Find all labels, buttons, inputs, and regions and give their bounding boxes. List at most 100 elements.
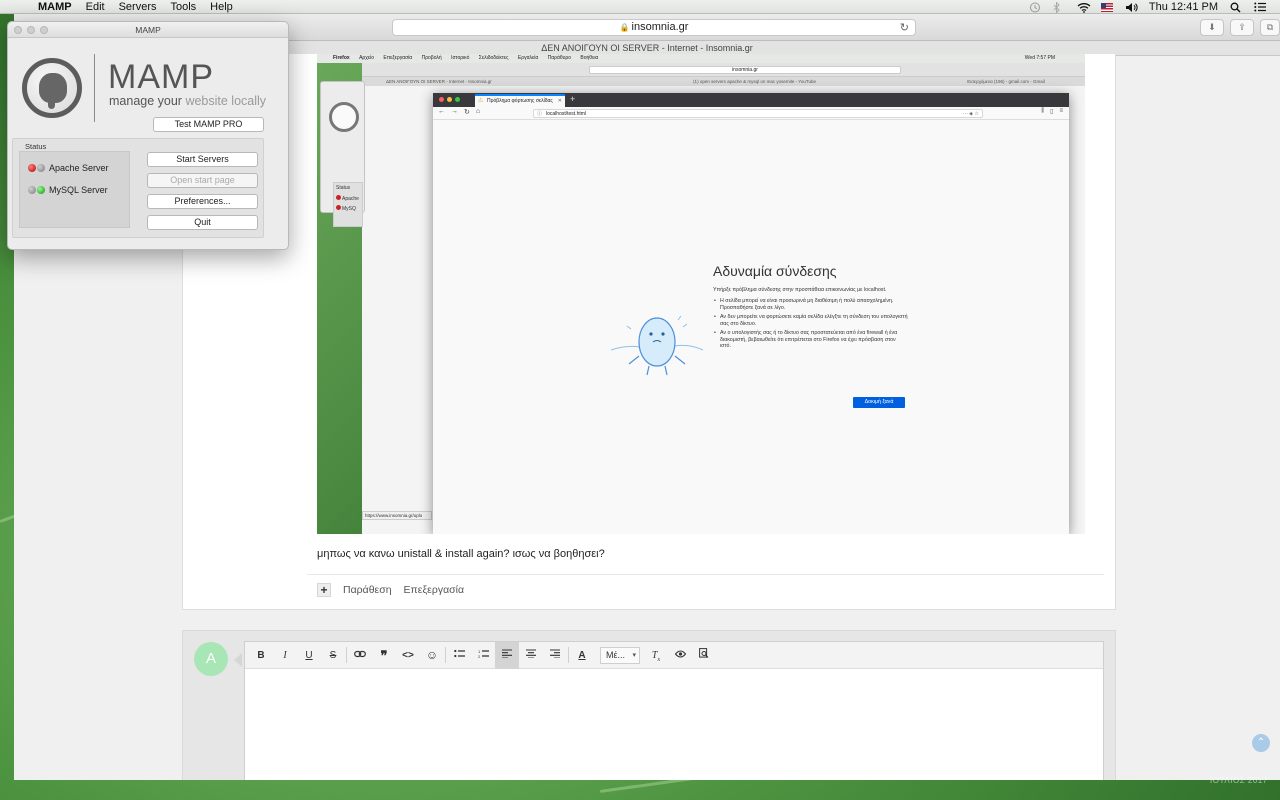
text-color-icon[interactable]: A xyxy=(570,642,594,669)
apache-server-label: Apache Server xyxy=(49,163,109,173)
forum-post: Firefox Αρχείο Επεξεργασία Προβολή Ιστορ… xyxy=(182,54,1116,610)
screenshot-bg-tab: (1) open servers apache & mysql on mac y… xyxy=(693,79,816,84)
firefox-nav-icons: ← → ↻ ⌂ xyxy=(438,108,480,116)
quit-button[interactable]: Quit xyxy=(147,215,258,230)
avatar[interactable]: A xyxy=(194,642,228,676)
screenshot-mamp-window: Status Apache MySQ xyxy=(320,81,365,227)
screenshot-menu-item: Σελιδοδείκτες xyxy=(478,55,509,61)
server-status-list: Apache Server MySQL Server xyxy=(19,151,130,228)
toolbar-divider xyxy=(445,647,446,663)
screenshot-menu-item: Ιστορικό xyxy=(451,55,470,61)
screenshot-menu-item: Προβολή xyxy=(421,55,442,61)
retry-button: Δοκιμή ξανά xyxy=(853,397,905,408)
quote-icon[interactable]: ❞ xyxy=(372,642,396,669)
numbered-list-icon[interactable]: 12 xyxy=(471,642,495,669)
downloads-button[interactable]: ⬇ xyxy=(1200,19,1224,36)
error-bullet: Αν δεν μπορείτε να φορτώσετε καμία σελίδ… xyxy=(713,314,908,327)
mamp-window-title: MAMP xyxy=(135,25,161,35)
apache-red-led-icon xyxy=(28,164,36,172)
firefox-traffic-lights xyxy=(439,97,460,102)
logo-divider xyxy=(94,54,95,122)
menubar-clock[interactable]: Thu 12:41 PM xyxy=(1149,1,1218,13)
notification-center-icon[interactable] xyxy=(1254,2,1266,12)
page-actions-icon: ··· ◈ ☆ xyxy=(962,111,979,117)
tabs-overview-button[interactable]: ⧉ xyxy=(1260,19,1280,36)
add-reaction-button[interactable]: + xyxy=(317,582,331,597)
svg-text:2: 2 xyxy=(478,654,481,658)
align-left-icon[interactable] xyxy=(495,641,519,669)
edit-link[interactable]: Επεξεργασία xyxy=(404,584,465,596)
menu-help[interactable]: Help xyxy=(210,1,233,13)
align-center-icon[interactable] xyxy=(519,642,543,669)
wifi-icon[interactable] xyxy=(1077,2,1091,13)
wallpaper-caption: ΙΟΥΛΙΟΣ 2017 xyxy=(1210,776,1268,785)
connection-error-illustration xyxy=(610,315,704,376)
reload-icon: ↻ xyxy=(464,109,470,116)
emoji-icon[interactable]: ☺ xyxy=(420,642,444,669)
rich-text-editor[interactable]: B I U S ❞ <> ☺ 12 A Mέ... ▾ Tx xyxy=(244,641,1104,780)
menu-app-mamp[interactable]: MAMP xyxy=(38,1,72,13)
mamp-titlebar[interactable]: MAMP xyxy=(8,22,288,38)
screenshot-menu-item: Εργαλεία xyxy=(517,55,539,61)
link-icon[interactable] xyxy=(348,642,372,669)
firefox-tab: ⚠ Πρόβλημα φόρτωσης σελίδας ✕ xyxy=(475,94,565,107)
mamp-elephant-logo-icon xyxy=(22,58,82,118)
screenshot-menu-item: Αρχείο xyxy=(359,55,374,61)
full-preview-icon[interactable] xyxy=(692,642,716,669)
mysql-green-led-icon xyxy=(37,186,45,194)
post-attached-screenshot[interactable]: Firefox Αρχείο Επεξεργασία Προβολή Ιστορ… xyxy=(317,54,1085,534)
volume-icon[interactable] xyxy=(1125,2,1138,12)
firefox-toolbar-icons: ⫼ ▯ ≡ xyxy=(1041,108,1063,115)
strikethrough-button[interactable]: S xyxy=(321,642,345,669)
screenshot-mamp-logo-icon xyxy=(329,102,359,132)
preferences-button[interactable]: Preferences... xyxy=(147,194,258,209)
font-size-select[interactable]: Mέ... xyxy=(600,646,640,664)
scroll-to-top-button[interactable]: ⌃ xyxy=(1252,734,1270,752)
bold-button[interactable]: B xyxy=(249,642,273,669)
time-machine-icon[interactable] xyxy=(1029,2,1041,13)
firefox-navbar: ← → ↻ ⌂ ⓘ localhost/test.html ··· ◈ ☆ ⫼ xyxy=(433,107,1069,120)
screenshot-menu-item: Firefox xyxy=(333,55,350,61)
screenshot-bg-url: insomnia.gr xyxy=(589,66,901,74)
post-actions: + Παράθεση Επεξεργασία xyxy=(317,582,464,597)
underline-button[interactable]: U xyxy=(297,642,321,669)
open-start-page-button[interactable]: Open start page xyxy=(147,173,258,188)
quote-link[interactable]: Παράθεση xyxy=(343,584,392,596)
close-tab-icon: ✕ xyxy=(557,98,562,104)
mamp-window: MAMP MAMP manage your website locally Te… xyxy=(7,21,289,250)
test-mamp-pro-button[interactable]: Test MAMP PRO xyxy=(153,117,264,132)
bulleted-list-icon[interactable] xyxy=(447,642,471,669)
toolbar-divider xyxy=(568,647,569,663)
share-button[interactable]: ⇪ xyxy=(1230,19,1254,36)
toolbar-divider xyxy=(346,647,347,663)
bluetooth-icon[interactable] xyxy=(1053,1,1065,14)
screenshot-status-label: Status xyxy=(336,185,351,191)
mysql-server-row: MySQL Server xyxy=(28,185,108,195)
reply-pointer xyxy=(234,653,242,667)
start-servers-button[interactable]: Start Servers xyxy=(147,152,258,167)
code-icon[interactable]: <> xyxy=(396,642,420,669)
input-source-flag-icon[interactable] xyxy=(1100,2,1113,12)
library-icon: ⫼ xyxy=(1041,108,1045,114)
preview-eye-icon[interactable] xyxy=(668,642,692,669)
clear-format-icon[interactable]: Tx xyxy=(644,642,668,669)
apache-green-led-icon xyxy=(37,164,45,172)
reload-icon[interactable]: ↻ xyxy=(900,21,909,36)
back-icon: ← xyxy=(438,108,445,115)
screenshot-clock: Wed 7:57 PM xyxy=(1024,55,1055,61)
menu-edit[interactable]: Edit xyxy=(86,1,105,13)
firefox-address: localhost/test.html xyxy=(546,111,587,117)
screenshot-mysql-label: MySQ xyxy=(342,206,356,212)
align-right-icon[interactable] xyxy=(543,642,567,669)
menu-servers[interactable]: Servers xyxy=(119,1,157,13)
menu-tools[interactable]: Tools xyxy=(170,1,196,13)
address-bar-url: insomnia.gr xyxy=(631,21,689,33)
spotlight-search-icon[interactable] xyxy=(1230,2,1242,13)
apple-menu-icon[interactable] xyxy=(14,1,24,13)
italic-button[interactable]: I xyxy=(273,642,297,669)
screenshot-firefox-window: ⚠ Πρόβλημα φόρτωσης σελίδας ✕ + ← → ↻ ⌂ xyxy=(433,93,1069,534)
mysql-server-label: MySQL Server xyxy=(49,185,108,195)
connection-error-panel: Αδυναμία σύνδεσης Υπήρξε πρόβλημα σύνδεσ… xyxy=(713,263,908,353)
address-bar[interactable]: 🔒 insomnia.gr ↻ xyxy=(392,19,916,36)
mamp-tagline: manage your website locally xyxy=(109,94,266,108)
